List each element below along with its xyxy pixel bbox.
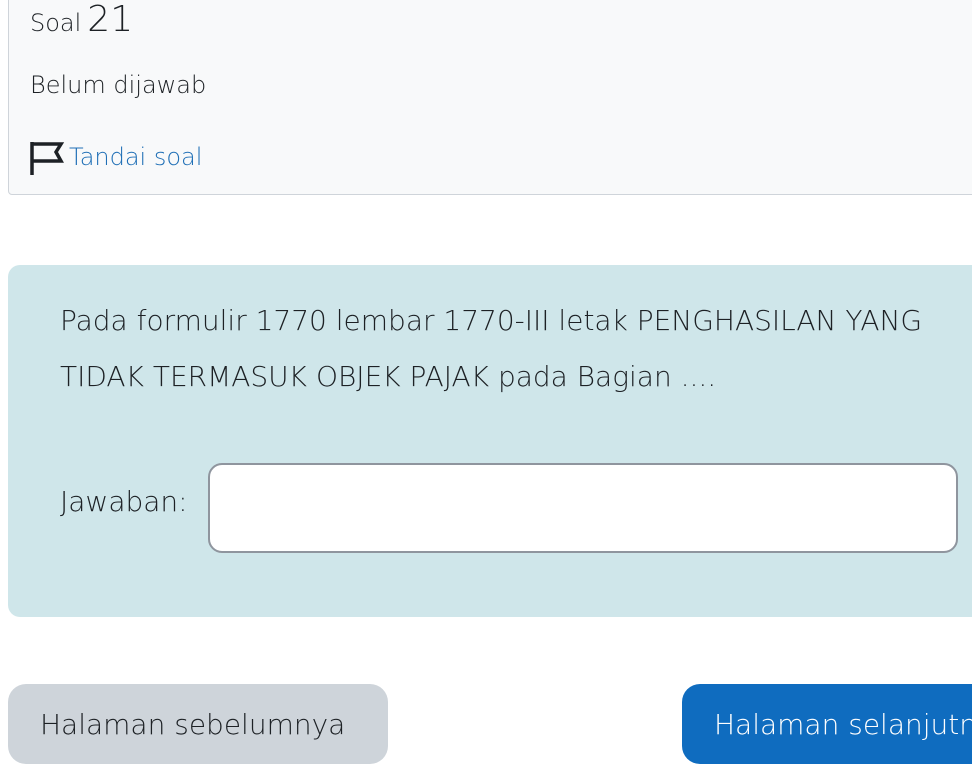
question-info-panel: Soal 21 Belum dijawab Tandai soal [8, 0, 972, 195]
answer-label: Jawaban: [60, 485, 188, 518]
question-number: 21 [87, 0, 134, 40]
question-label: Soal [30, 9, 82, 37]
answer-input[interactable] [208, 463, 958, 553]
question-text: Pada formulir 1770 lembar 1770-III letak… [60, 304, 923, 393]
flag-icon[interactable] [29, 137, 65, 177]
question-state: Belum dijawab [30, 71, 207, 99]
next-page-button[interactable]: Halaman selanjutnya [682, 684, 972, 764]
flag-question-link[interactable]: Tandai soal [29, 137, 202, 177]
question-formulation: Pada formulir 1770 lembar 1770-III letak… [8, 265, 972, 617]
previous-page-button[interactable]: Halaman sebelumnya [8, 684, 388, 764]
flag-question-label[interactable]: Tandai soal [69, 143, 202, 171]
question-title: Soal 21 [30, 0, 133, 40]
